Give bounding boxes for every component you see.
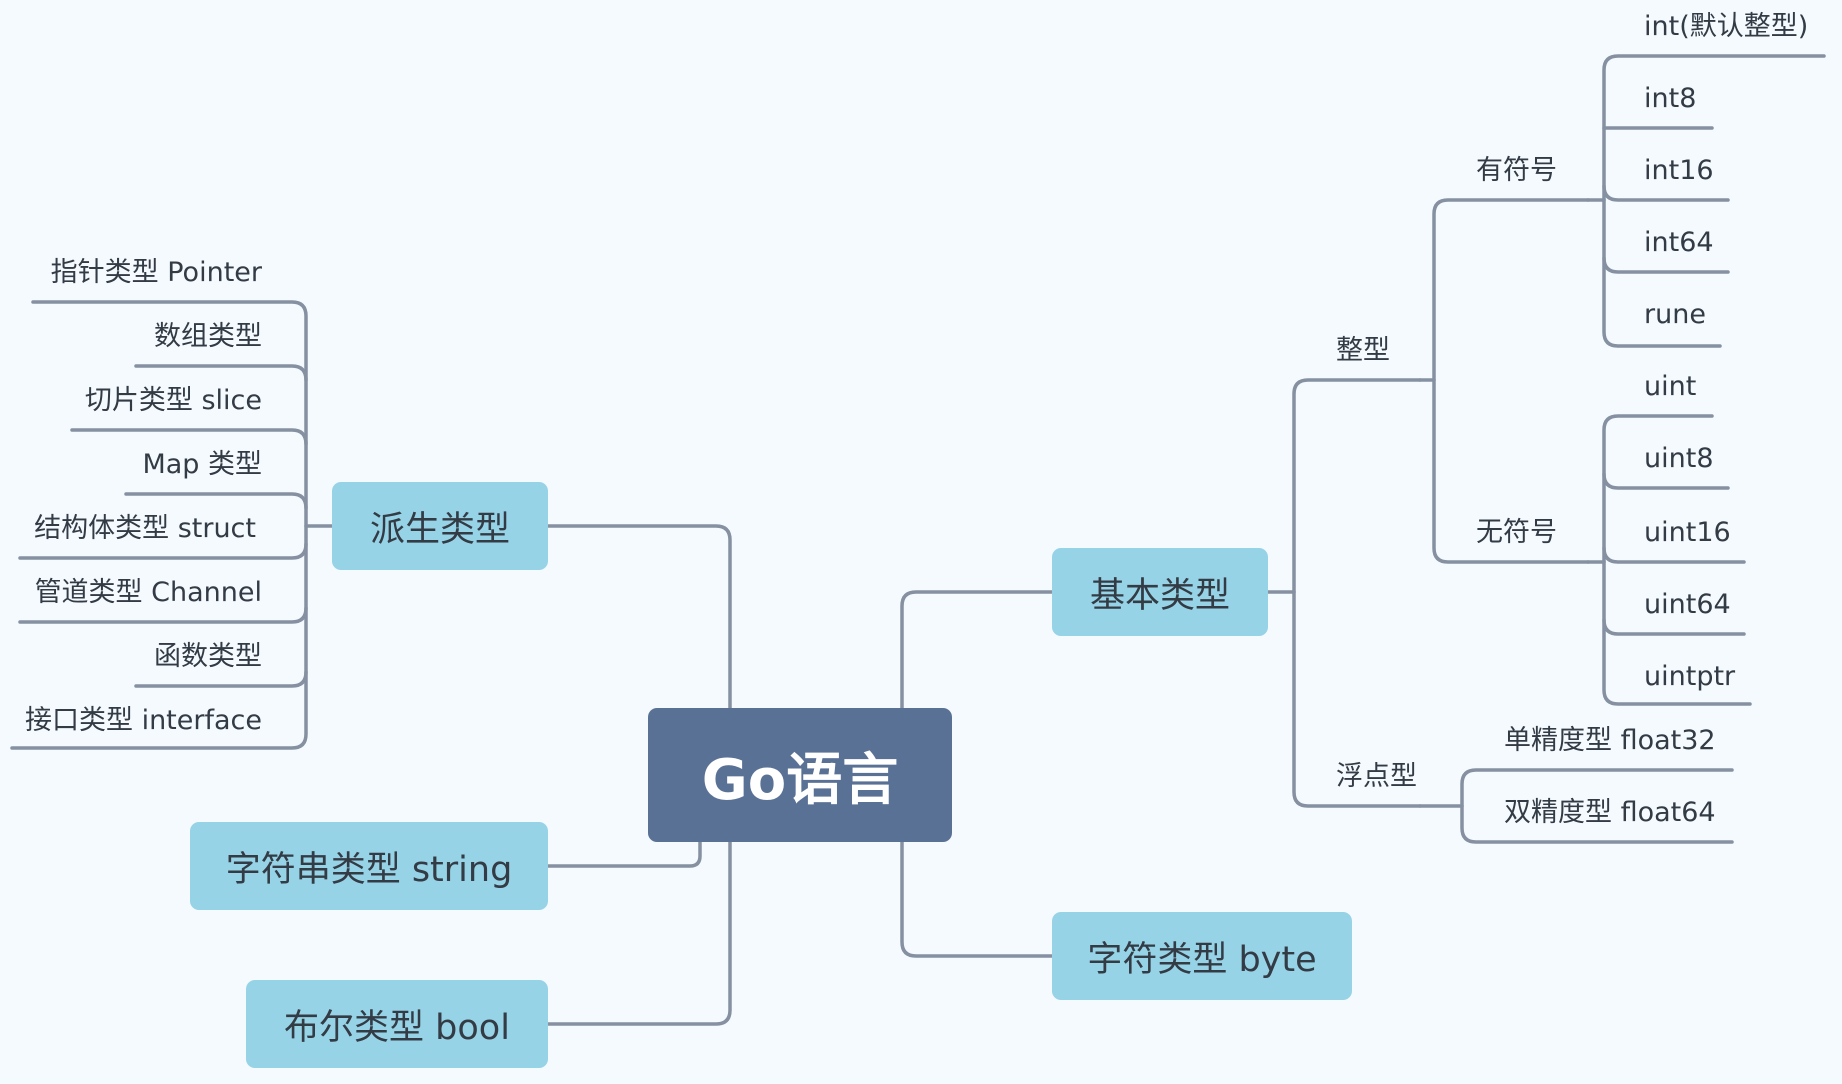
branch-integer[interactable]: 整型: [1336, 334, 1390, 368]
topic-bool-type[interactable]: 布尔类型 bool: [246, 980, 548, 1068]
float-item-float64[interactable]: 双精度型 float64: [1504, 796, 1716, 830]
topic-string-type[interactable]: 字符串类型 string: [190, 822, 548, 910]
signed-item-int64[interactable]: int64: [1644, 226, 1714, 260]
signed-item-int16[interactable]: int16: [1644, 154, 1714, 188]
connector-lines: [10, 54, 1826, 1026]
float-item-float32[interactable]: 单精度型 float32: [1504, 724, 1716, 758]
unsigned-item-uint16[interactable]: uint16: [1644, 516, 1731, 550]
topic-derived-types[interactable]: 派生类型: [332, 482, 548, 570]
root-node[interactable]: Go语言: [648, 708, 952, 842]
unsigned-item-uintptr[interactable]: uintptr: [1644, 660, 1735, 694]
topic-byte-type[interactable]: 字符类型 byte: [1052, 912, 1352, 1000]
derived-item-slice[interactable]: 切片类型 slice: [85, 384, 262, 418]
derived-item-pointer[interactable]: 指针类型 Pointer: [51, 256, 262, 290]
signed-item-int[interactable]: int(默认整型): [1644, 10, 1808, 44]
derived-item-map[interactable]: Map 类型: [142, 448, 262, 482]
derived-item-channel[interactable]: 管道类型 Channel: [35, 576, 262, 610]
unsigned-item-uint64[interactable]: uint64: [1644, 588, 1731, 622]
derived-item-array[interactable]: 数组类型: [154, 320, 262, 354]
unsigned-item-uint8[interactable]: uint8: [1644, 442, 1714, 476]
derived-item-function[interactable]: 函数类型: [154, 640, 262, 674]
branch-signed[interactable]: 有符号: [1476, 154, 1557, 188]
branch-float[interactable]: 浮点型: [1336, 760, 1417, 794]
signed-item-rune[interactable]: rune: [1644, 298, 1706, 332]
derived-item-struct[interactable]: 结构体类型 struct: [34, 512, 256, 546]
branch-unsigned[interactable]: 无符号: [1476, 516, 1557, 550]
unsigned-item-uint[interactable]: uint: [1644, 370, 1696, 404]
topic-basic-types[interactable]: 基本类型: [1052, 548, 1268, 636]
derived-item-interface[interactable]: 接口类型 interface: [25, 704, 262, 738]
signed-item-int8[interactable]: int8: [1644, 82, 1696, 116]
